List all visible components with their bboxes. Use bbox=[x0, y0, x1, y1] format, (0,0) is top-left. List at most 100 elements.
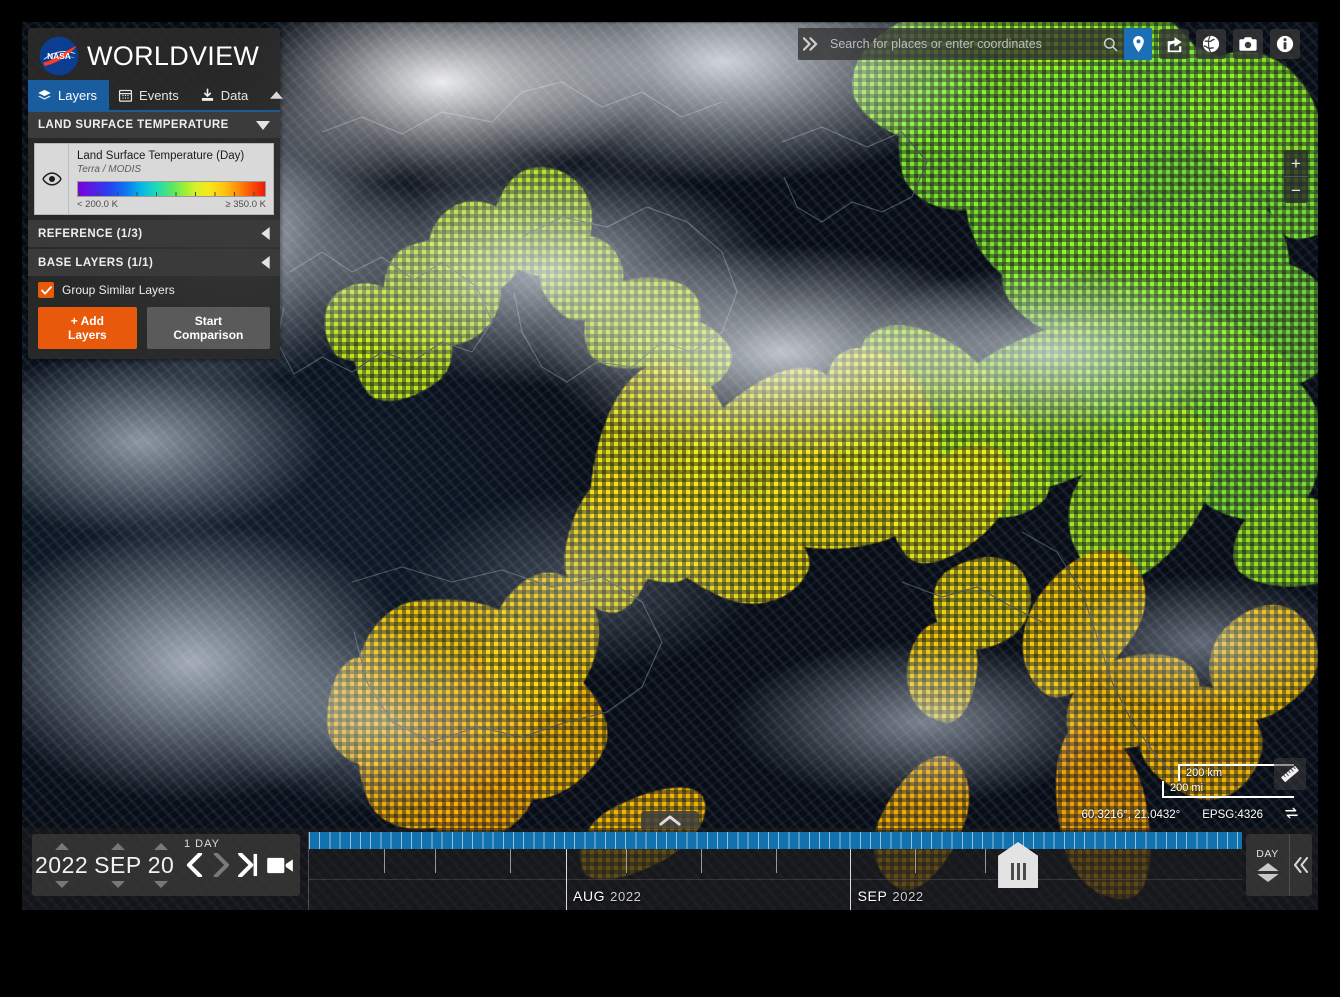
app-title-text: WORLDVIEW bbox=[87, 40, 260, 71]
map-coordinates: 60.3216°, 21.0432° EPSG:4326 bbox=[1082, 807, 1298, 822]
search-expand-button[interactable] bbox=[798, 28, 822, 60]
app-title: WORLDVIEW bbox=[87, 40, 260, 71]
timeline-unit-controls: DAY bbox=[1246, 834, 1312, 896]
projection-button[interactable] bbox=[1196, 29, 1226, 59]
month-marker-aug bbox=[565, 849, 567, 910]
tab-data[interactable]: Data bbox=[191, 80, 260, 110]
share-button[interactable] bbox=[1159, 29, 1189, 59]
top-toolbar bbox=[798, 28, 1300, 60]
chevron-up-icon bbox=[154, 842, 168, 850]
add-layers-button[interactable]: + Add Layers bbox=[38, 307, 137, 350]
start-comparison-button[interactable]: Start Comparison bbox=[146, 307, 270, 350]
step-forward-icon bbox=[214, 853, 230, 877]
group-similar-checkbox[interactable] bbox=[38, 282, 54, 299]
month-label-aug-year: 2022 bbox=[610, 889, 642, 904]
timeline-drag-handle[interactable] bbox=[998, 842, 1039, 888]
group-header-land-surface-temperature[interactable]: LAND SURFACE TEMPERATURE bbox=[28, 112, 280, 138]
coordinate-readout: 60.3216°, 21.0432° bbox=[1081, 808, 1181, 821]
group-header-base-layers[interactable]: BASE LAYERS (1/1) bbox=[28, 249, 280, 277]
layer-source: Terra / MODIS bbox=[77, 164, 142, 176]
step-backward-button[interactable] bbox=[185, 853, 204, 877]
timeline-zoom-unit[interactable]: DAY bbox=[1246, 834, 1289, 896]
sidebar-collapse-button[interactable] bbox=[260, 80, 293, 110]
date-year-value: 2022 bbox=[35, 851, 89, 878]
chevron-up-icon bbox=[54, 842, 69, 850]
chevron-down-icon bbox=[154, 880, 168, 888]
zoom-out-button[interactable]: − bbox=[1284, 176, 1308, 203]
layer-visibility-toggle[interactable] bbox=[35, 144, 69, 215]
chevron-up-icon bbox=[1256, 863, 1279, 871]
animate-button[interactable] bbox=[267, 856, 294, 875]
tab-layers-label: Layers bbox=[58, 87, 98, 103]
group-title-reference: REFERENCE (1/3) bbox=[38, 227, 143, 240]
snapshot-button[interactable] bbox=[1233, 29, 1263, 59]
check-icon bbox=[40, 286, 52, 295]
search-box bbox=[798, 28, 1152, 60]
timeline-controls bbox=[185, 853, 294, 877]
search-submit-button[interactable] bbox=[1096, 37, 1124, 52]
ruler-icon bbox=[1281, 766, 1299, 782]
info-button[interactable] bbox=[1270, 29, 1300, 59]
colorbar-labels: < 200.0 K ≥ 350.0 K bbox=[77, 199, 266, 210]
date-day-value: 20 bbox=[147, 851, 175, 878]
day-ticks[interactable] bbox=[309, 832, 1242, 849]
place-marker-button[interactable] bbox=[1124, 28, 1152, 60]
worldview-app: NASA WORLDVIEW Layers Events Data LAND S… bbox=[22, 22, 1318, 910]
screenshot-root: NASA WORLDVIEW Layers Events Data LAND S… bbox=[0, 0, 1340, 997]
skip-to-end-button[interactable] bbox=[237, 853, 260, 877]
chevron-down-icon bbox=[1256, 874, 1279, 882]
chevron-down-icon bbox=[110, 880, 125, 888]
group-title-base-layers: BASE LAYERS (1/1) bbox=[38, 256, 154, 269]
group-header-reference[interactable]: REFERENCE (1/3) bbox=[28, 220, 280, 248]
calendar-icon bbox=[118, 89, 133, 102]
chevron-up-icon bbox=[110, 842, 125, 850]
group-title-lst: LAND SURFACE TEMPERATURE bbox=[38, 119, 229, 131]
video-camera-icon bbox=[267, 857, 294, 873]
scale-km-label: 200 km bbox=[1186, 767, 1223, 779]
date-year-stepper[interactable]: 2022 bbox=[32, 842, 91, 888]
timeline-collapse-button[interactable] bbox=[641, 811, 699, 829]
zoom-in-button[interactable]: + bbox=[1284, 150, 1308, 176]
date-month-stepper[interactable]: SEP bbox=[91, 842, 145, 888]
brand-header: NASA WORLDVIEW bbox=[28, 28, 280, 80]
month-label-aug-text: AUG bbox=[573, 888, 606, 904]
colorbar-min-label: < 200.0 K bbox=[77, 199, 118, 211]
search-icon bbox=[1103, 37, 1117, 51]
layer-row-land-surface-temperature-day: Land Surface Temperature (Day) Terra / M… bbox=[34, 143, 274, 216]
tab-events-label: Events bbox=[139, 87, 179, 103]
globe-icon bbox=[1202, 35, 1220, 53]
month-label-sep-text: SEP bbox=[857, 888, 888, 904]
chevrons-right-icon bbox=[802, 37, 817, 51]
sidebar-buttons: + Add Layers Start Comparison bbox=[38, 307, 270, 350]
tab-events[interactable]: Events bbox=[109, 80, 191, 110]
search-input[interactable] bbox=[822, 37, 1096, 51]
step-backward-icon bbox=[187, 853, 203, 877]
scale-mi-label: 200 mi bbox=[1170, 782, 1204, 794]
chevron-left-icon bbox=[261, 256, 270, 270]
layer-info: Land Surface Temperature (Day) Terra / M… bbox=[69, 144, 273, 214]
tab-layers[interactable]: Layers bbox=[28, 80, 110, 110]
timeline-axis[interactable]: AUG 2022 SEP 2022 bbox=[308, 832, 1242, 910]
layer-colorbar bbox=[77, 181, 266, 198]
download-icon bbox=[201, 87, 213, 101]
svg-text:NASA: NASA bbox=[47, 51, 71, 61]
map-pin-icon bbox=[1132, 36, 1144, 52]
month-label-sep: SEP 2022 bbox=[858, 888, 924, 904]
chevron-left-icon bbox=[261, 227, 270, 241]
date-picker: 2022 SEP 20 1 DAY bbox=[32, 834, 300, 896]
tab-data-label: Data bbox=[220, 87, 249, 103]
share-icon bbox=[1167, 36, 1182, 52]
date-day-stepper[interactable]: 20 bbox=[145, 842, 178, 888]
group-similar-label: Group Similar Layers bbox=[62, 283, 175, 298]
month-label-sep-year: 2022 bbox=[892, 889, 924, 904]
step-forward-button[interactable] bbox=[211, 853, 230, 877]
measure-tool-button[interactable] bbox=[1274, 758, 1306, 790]
month-marker-sep bbox=[850, 849, 852, 910]
coordinate-swap-button[interactable] bbox=[1285, 807, 1298, 822]
timeline: 2022 SEP 20 1 DAY AUG 2022 SEP 2022 DAY bbox=[22, 811, 1318, 910]
group-similar-layers-row[interactable]: Group Similar Layers bbox=[38, 282, 270, 299]
date-month-value: SEP bbox=[94, 851, 142, 878]
sidebar-options: Group Similar Layers + Add Layers Start … bbox=[28, 276, 280, 359]
month-label-aug: AUG 2022 bbox=[573, 888, 641, 904]
timeline-back-button[interactable] bbox=[1289, 834, 1312, 896]
